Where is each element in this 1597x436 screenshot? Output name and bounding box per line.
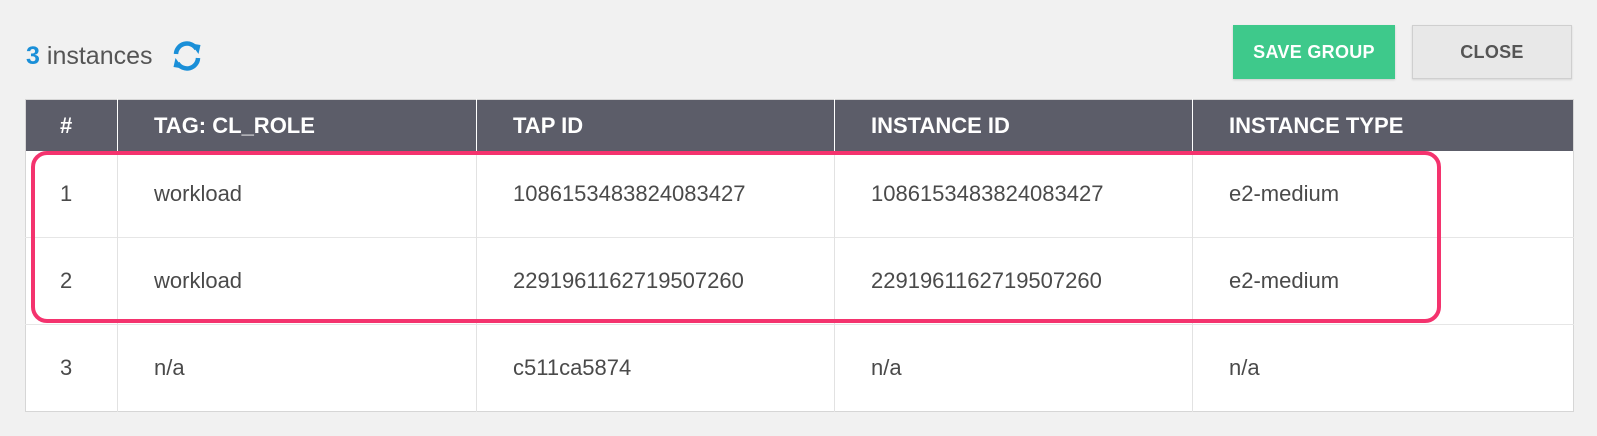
instance-count-label: instances — [46, 41, 153, 70]
tag-cl-role-cell: workload — [117, 237, 477, 325]
refresh-icon[interactable] — [171, 40, 203, 72]
instance-count: 3 — [26, 41, 40, 70]
instance-count-bar: 3 instances — [26, 40, 203, 72]
column-header-tap-id[interactable]: TAP ID — [476, 99, 835, 151]
tap-id-cell: c511ca5874 — [476, 324, 835, 412]
instance-type-cell: n/a — [1192, 324, 1574, 412]
column-header-instance-type[interactable]: INSTANCE TYPE — [1192, 99, 1574, 151]
instance-type-cell: e2-medium — [1192, 151, 1574, 238]
instance-id-cell: 1086153483824083427 — [834, 151, 1193, 238]
column-header-tag-cl-role[interactable]: TAG: CL_ROLE — [117, 99, 477, 151]
row-number: 2 — [25, 237, 118, 325]
row-number: 3 — [25, 324, 118, 412]
instance-id-cell: n/a — [834, 324, 1193, 412]
instance-type-cell: e2-medium — [1192, 237, 1574, 325]
save-group-button[interactable]: SAVE GROUP — [1233, 25, 1395, 79]
instance-id-cell: 2291961162719507260 — [834, 237, 1193, 325]
column-header-instance-id[interactable]: INSTANCE ID — [834, 99, 1193, 151]
tap-id-cell: 1086153483824083427 — [476, 151, 835, 238]
close-button[interactable]: CLOSE — [1412, 25, 1572, 79]
column-header-number[interactable]: # — [25, 99, 118, 151]
tap-id-cell: 2291961162719507260 — [476, 237, 835, 325]
tag-cl-role-cell: n/a — [117, 324, 477, 412]
table-header-row: # TAG: CL_ROLE TAP ID INSTANCE ID INSTAN… — [25, 99, 1574, 151]
tag-cl-role-cell: workload — [117, 151, 477, 238]
row-number: 1 — [60, 181, 73, 206]
table-row[interactable]: 1 workload 1086153483824083427 108615348… — [26, 151, 1574, 238]
table-row[interactable]: 2 workload 2291961162719507260 229196116… — [25, 237, 1574, 325]
instances-table: # TAG: CL_ROLE TAP ID INSTANCE ID INSTAN… — [25, 99, 1574, 412]
table-row[interactable]: 3 n/a c511ca5874 n/a n/a — [25, 324, 1574, 412]
